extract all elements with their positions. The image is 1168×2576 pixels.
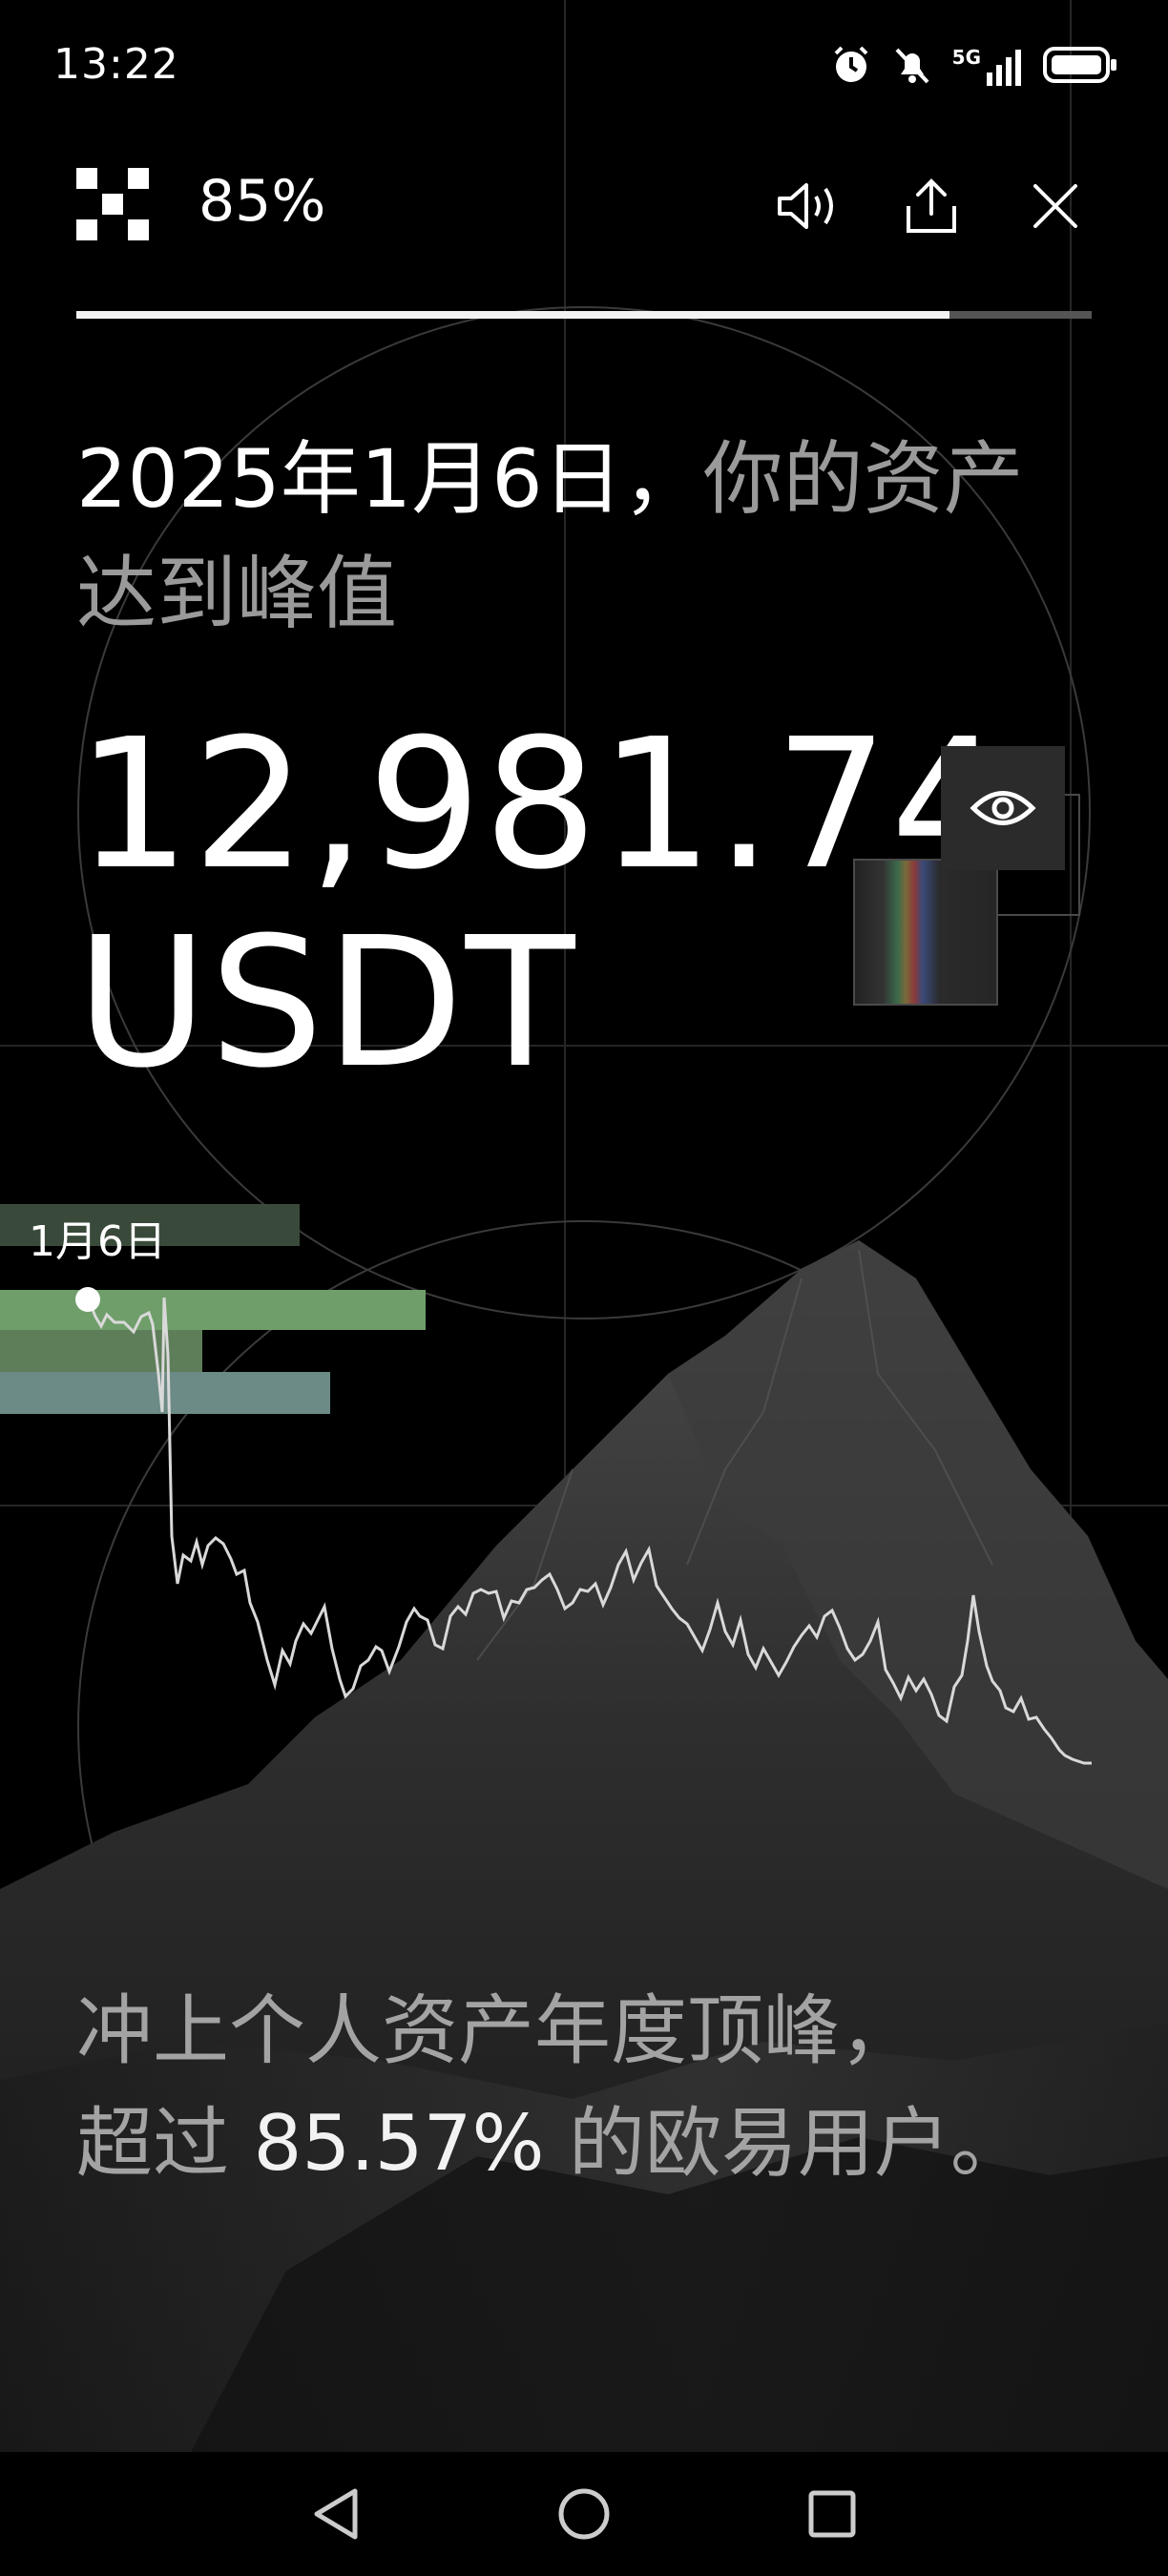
summary-percent: 85.57%: [253, 2099, 545, 2188]
recents-icon: [808, 2490, 856, 2538]
nav-recents-button[interactable]: [794, 2476, 870, 2552]
status-time: 13:22: [53, 40, 179, 89]
share-icon: [907, 178, 956, 233]
nav-home-button[interactable]: [546, 2476, 622, 2552]
status-icons: 5G: [830, 42, 1118, 92]
glitch-decoration: [853, 859, 998, 1006]
toggle-visibility-button[interactable]: [941, 746, 1065, 870]
network-type: 5G: [951, 46, 981, 69]
summary-text: 冲上个人资产年度顶峰， 超过 85.57% 的欧易用户。: [76, 1975, 1031, 2200]
battery-icon: [1042, 44, 1118, 90]
story-progress-bar: [76, 311, 1092, 319]
okx-logo: [76, 168, 149, 240]
headline-text-2: 达到峰值: [76, 547, 398, 640]
summary-line-1: 冲上个人资产年度顶峰，: [76, 1986, 916, 2075]
alarm-icon: [830, 44, 872, 90]
chart-peak-date: 1月6日: [29, 1217, 166, 1266]
back-icon: [314, 2488, 358, 2540]
nav-back-button[interactable]: [298, 2476, 374, 2552]
sound-icon: [778, 183, 833, 229]
headline-date: 2025年1月6日，: [76, 432, 703, 526]
story-progress-fill: [76, 311, 950, 319]
summary-suffix: 的欧易用户。: [544, 2099, 1027, 2188]
headline-text: 你的资产: [702, 432, 1024, 526]
summary-prefix: 超过: [76, 2099, 254, 2188]
share-button[interactable]: [893, 168, 970, 244]
headline: 2025年1月6日，你的资产 达到峰值: [76, 422, 1107, 651]
asset-line-chart: [75, 1287, 1092, 1765]
eye-icon: [970, 791, 1036, 825]
system-navbar: [0, 2452, 1168, 2576]
close-button[interactable]: [1017, 168, 1094, 244]
close-icon: [1033, 184, 1077, 228]
signal-icon: 5G: [952, 48, 1023, 86]
home-icon: [558, 2488, 610, 2540]
mute-icon: [891, 44, 933, 90]
sound-button[interactable]: [769, 168, 845, 244]
progress-label: 85%: [198, 168, 326, 235]
